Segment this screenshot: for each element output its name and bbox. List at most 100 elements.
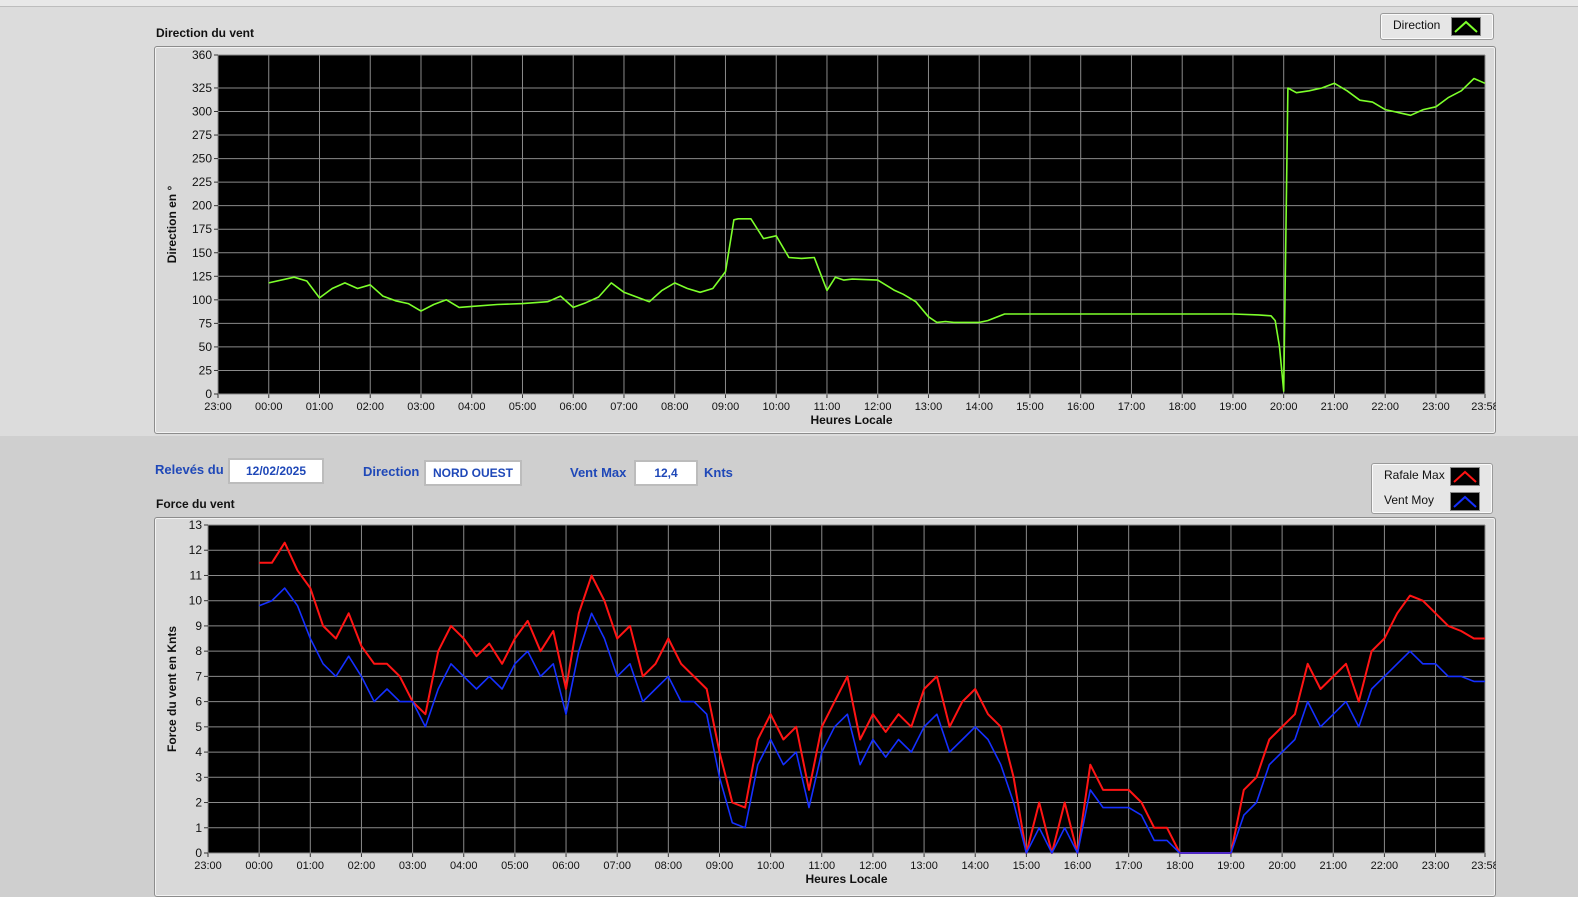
- x-tick-label: 07:00: [610, 401, 638, 413]
- y-tick-label: 150: [192, 246, 212, 260]
- vent-max-field[interactable]: 12,4: [634, 460, 698, 486]
- x-tick-label: 02:00: [356, 401, 384, 413]
- vent-max-label: Vent Max: [570, 465, 627, 480]
- direction-legend[interactable]: Direction: [1380, 13, 1494, 40]
- y-tick-label: 13: [189, 518, 203, 532]
- x-tick-label: 16:00: [1064, 860, 1092, 872]
- y-tick-label: 225: [192, 175, 212, 189]
- direction-label: Direction: [363, 464, 420, 479]
- x-tick-label: 05:00: [501, 860, 529, 872]
- x-tick-label: 21:00: [1319, 860, 1347, 872]
- force-chart[interactable]: 23:00 00:00 01:00 02:00 03:00 04:00 05:00 06:00…: [154, 517, 1496, 897]
- x-tick-label: 23:58: [1471, 401, 1496, 413]
- x-tick-label: 17:00: [1115, 860, 1143, 872]
- y-tick-label: 125: [192, 269, 212, 283]
- x-tick-label: 04:00: [450, 860, 478, 872]
- x-tick-label: 02:00: [348, 860, 376, 872]
- x-tick-label: 18:00: [1168, 401, 1196, 413]
- x-tick-label: 20:00: [1268, 860, 1296, 872]
- legend-label-vent-moy: Vent Moy: [1384, 493, 1435, 507]
- legend-item-vent-moy[interactable]: Vent Moy: [1372, 489, 1492, 511]
- x-tick-label: 04:00: [458, 401, 486, 413]
- x-tick-label: 08:00: [655, 860, 683, 872]
- x-tick-label: 03:00: [399, 860, 427, 872]
- y-tick-label: 6: [195, 695, 202, 709]
- x-tick-label: 19:00: [1219, 401, 1247, 413]
- legend-swatch-vent-moy-icon[interactable]: [1450, 492, 1480, 511]
- x-tick-label: 23:58: [1471, 860, 1496, 872]
- x-tick-label: 22:00: [1371, 860, 1399, 872]
- x-tick-label: 23:00: [1422, 401, 1450, 413]
- date-field[interactable]: 12/02/2025: [228, 458, 324, 484]
- direction-chart[interactable]: 23:00 00:00 01:00 02:00 03:00 04:00 05:00 06:00…: [154, 46, 1496, 436]
- x-tick-label: 00:00: [245, 860, 273, 872]
- y-tick-label: 360: [192, 48, 212, 62]
- x-tick-label: 18:00: [1166, 860, 1194, 872]
- x-tick-label: 20:00: [1270, 401, 1298, 413]
- releves-label: Relevés du: [155, 462, 224, 477]
- y-tick-label: 275: [192, 128, 212, 142]
- x-tick-label: 23:00: [204, 401, 232, 413]
- y-tick-label: 300: [192, 105, 212, 119]
- legend-label-direction: Direction: [1393, 18, 1441, 32]
- legend-swatch-direction-icon[interactable]: [1451, 17, 1481, 36]
- x-tick-label: 15:00: [1013, 860, 1041, 872]
- force-legend[interactable]: Rafale Max Vent Moy: [1371, 463, 1493, 514]
- x-tick-label: 12:00: [859, 860, 887, 872]
- y-tick-label: 325: [192, 81, 212, 95]
- y-tick-label: 11: [190, 568, 203, 582]
- direction-value-field[interactable]: NORD OUEST: [424, 460, 522, 486]
- x-tick-label: 09:00: [712, 401, 740, 413]
- x-tick-label: 15:00: [1016, 401, 1044, 413]
- y-axis-label: Force du vent en Knts: [165, 626, 179, 752]
- y-tick-label: 75: [199, 316, 213, 330]
- x-tick-label: 01:00: [306, 401, 334, 413]
- x-tick-label: 00:00: [255, 401, 283, 413]
- x-tick-label: 17:00: [1118, 401, 1146, 413]
- y-tick-label: 1: [195, 821, 202, 835]
- x-tick-label: 08:00: [661, 401, 689, 413]
- x-tick-label: 10:00: [757, 860, 785, 872]
- direction-chart-title: Direction du vent: [156, 26, 255, 40]
- x-tick-label: 22:00: [1371, 401, 1399, 413]
- y-tick-label: 250: [192, 152, 212, 166]
- y-tick-label: 0: [205, 387, 212, 401]
- y-tick-label: 4: [195, 745, 202, 759]
- x-tick-label: 01:00: [297, 860, 325, 872]
- x-tick-label: 16:00: [1067, 401, 1095, 413]
- legend-item-direction[interactable]: Direction: [1381, 14, 1493, 36]
- y-tick-label: 50: [199, 340, 213, 354]
- legend-swatch-rafale-icon[interactable]: [1450, 467, 1480, 486]
- x-tick-label: 09:00: [706, 860, 734, 872]
- x-tick-label: 19:00: [1217, 860, 1245, 872]
- x-tick-label: 10:00: [762, 401, 790, 413]
- x-tick-label: 23:00: [1422, 860, 1450, 872]
- unit-label: Knts: [704, 465, 733, 480]
- x-tick-label: 13:00: [915, 401, 943, 413]
- top-strip: [0, 0, 1578, 7]
- y-tick-label: 8: [195, 644, 202, 658]
- x-tick-label: 23:00: [194, 860, 222, 872]
- force-chart-title: Force du vent: [156, 497, 235, 511]
- x-tick-label: 14:00: [961, 860, 989, 872]
- x-tick-label: 21:00: [1321, 401, 1349, 413]
- x-tick-label: 14:00: [965, 401, 993, 413]
- x-tick-label: 11:00: [814, 401, 841, 413]
- y-tick-label: 175: [192, 222, 212, 236]
- y-axis-label: Direction en °: [165, 186, 179, 264]
- x-axis-label: Heures Locale: [810, 413, 892, 427]
- x-tick-label: 03:00: [407, 401, 435, 413]
- x-axis-label: Heures Locale: [805, 872, 887, 886]
- y-tick-label: 9: [195, 619, 202, 633]
- y-tick-label: 0: [195, 846, 202, 860]
- legend-item-rafale-max[interactable]: Rafale Max: [1372, 464, 1492, 486]
- y-tick-label: 2: [195, 796, 202, 810]
- legend-label-rafale-max: Rafale Max: [1384, 468, 1445, 482]
- y-tick-label: 10: [189, 594, 203, 608]
- y-tick-label: 25: [199, 363, 213, 377]
- x-tick-label: 07:00: [603, 860, 631, 872]
- y-tick-label: 7: [195, 669, 202, 683]
- plot-area[interactable]: [218, 55, 1485, 394]
- x-tick-label: 11:00: [808, 860, 835, 872]
- plot-area[interactable]: [208, 525, 1485, 853]
